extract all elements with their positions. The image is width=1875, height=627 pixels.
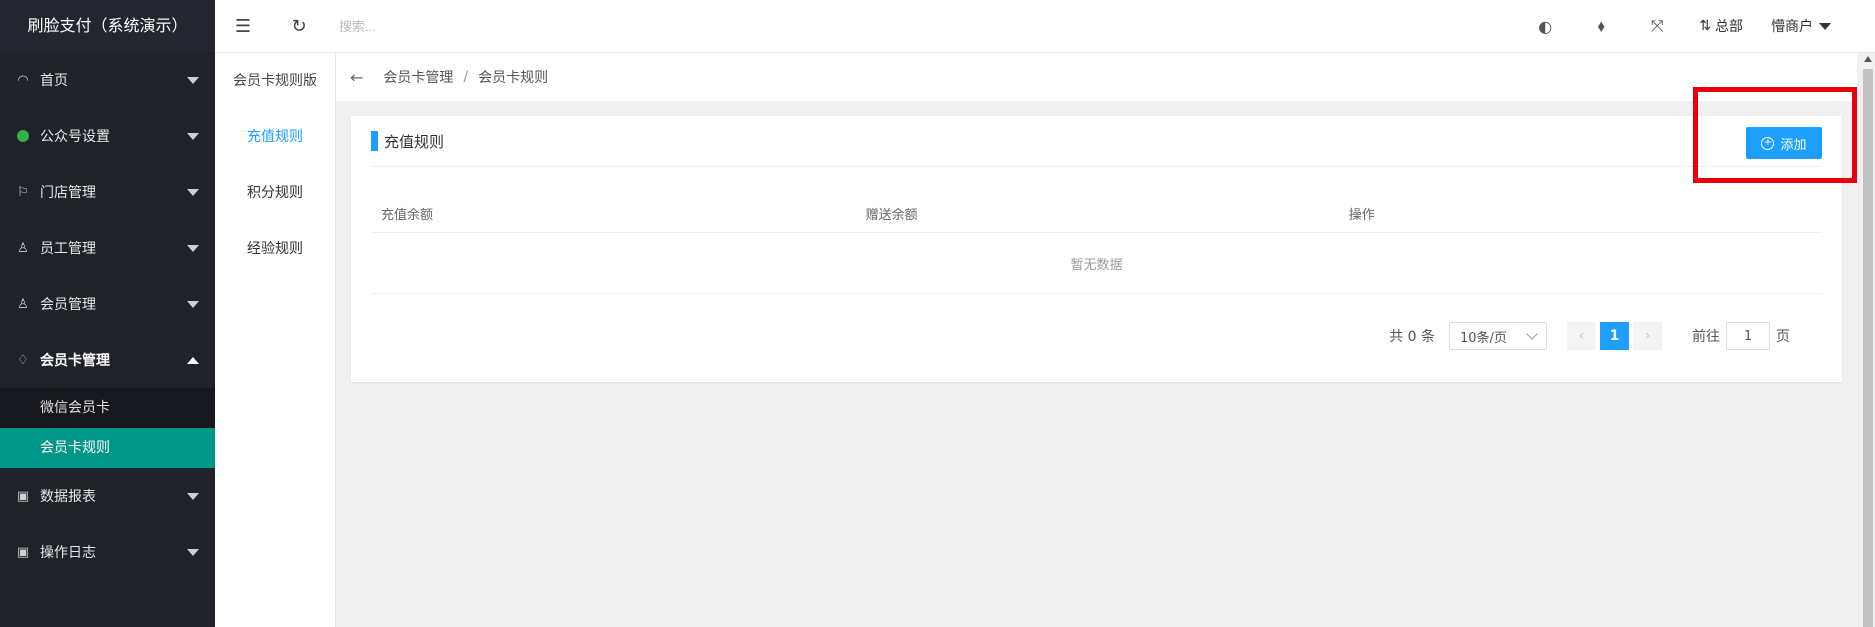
sidebar-item-label: 会员管理 [40,297,96,313]
page-size-value: 10条/页 [1460,330,1507,346]
user-menu[interactable]: 懵商户 [1757,16,1845,36]
tag-icon[interactable]: ⬧ [1573,16,1629,36]
empty-placeholder: 暂无数据 [371,232,1822,294]
chevron-down-icon [187,301,199,308]
swap-icon: ⇅ [1699,18,1711,34]
sidebar-item-label: 员工管理 [40,241,96,257]
sidebar-item-staff[interactable]: ♙ 员工管理 [0,220,215,276]
rules-tab-recharge[interactable]: 充值规则 [215,109,335,165]
rules-tab-points[interactable]: 积分规则 [215,165,335,221]
sidebar-item-member-cards[interactable]: ♢ 会员卡管理 [0,332,215,388]
column-header: 充值余额 [371,194,856,233]
sidebar-item-reports[interactable]: ▣ 数据报表 [0,468,215,524]
rules-tab-experience[interactable]: 经验规则 [215,221,335,277]
table-row: 暂无数据 [371,232,1822,294]
diamond-icon: ♢ [17,352,29,368]
next-page-button[interactable]: › [1633,322,1662,350]
table-header-row: 充值余额 赠送余额 操作 [371,194,1822,233]
flag-icon: ⚐ [17,184,29,200]
header-right: ◐ ⬧ ⤧ ⇅ 总部 懵商户 [1517,0,1875,52]
search-input[interactable] [337,10,621,42]
chevron-down-icon [187,189,199,196]
card-header: 充值规则 [371,116,1822,167]
chevron-down-icon [187,493,199,500]
clipboard-icon: ▣ [16,488,30,504]
sidebar-item-label: 公众号设置 [40,129,110,145]
user-icon: ♙ [17,296,29,312]
goto-page-input[interactable] [1726,322,1770,350]
caret-down-icon [1819,22,1831,30]
chevron-down-icon [187,549,199,556]
brand-title: 刷脸支付（系统演示） [0,0,215,52]
recharge-rules-card: 充值规则 + 添加 充值余额 赠送余额 操作 暂无数据 共 0 条 10条/页 … [351,116,1842,382]
prev-page-button[interactable]: ‹ [1567,322,1596,350]
column-header: 操作 [1338,194,1822,233]
chevron-up-icon [187,357,199,364]
scrollbar-thumb[interactable] [1863,69,1873,627]
fullscreen-icon[interactable]: ⤧ [1629,16,1685,36]
sidebar-subitem-wechat-card[interactable]: 微信会员卡 [0,388,215,428]
sidebar: 刷脸支付（系统演示） ◠ 首页 公众号设置 ⚐ 门店管理 ♙ 员工管理 ♙ 会员… [0,0,215,627]
breadcrumb-current: 会员卡规则 [478,70,549,86]
scrollbar[interactable] [1861,53,1875,627]
scroll-up-icon[interactable] [1864,56,1872,62]
column-header: 赠送余额 [855,194,1339,233]
goto-label: 前往 [1692,329,1720,345]
page-suffix: 页 [1776,329,1790,345]
sidebar-submenu: 微信会员卡 会员卡规则 [0,388,215,468]
user-label: 懵商户 [1771,19,1813,35]
page-number-current[interactable]: 1 [1600,322,1629,350]
sidebar-subitem-card-rules[interactable]: 会员卡规则 [0,428,215,468]
sidebar-item-label: 会员卡管理 [40,353,110,369]
sidebar-item-stores[interactable]: ⚐ 门店管理 [0,164,215,220]
user-icon: ♙ [17,240,29,256]
sidebar-item-label: 门店管理 [40,185,96,201]
rules-menu-title: 会员卡规则版 [233,73,317,89]
breadcrumb-parent[interactable]: 会员卡管理 [383,67,453,87]
chevron-down-icon [187,245,199,252]
breadcrumb: ← 会员卡管理 / 会员卡规则 [336,53,1857,101]
card-title: 充值规则 [384,132,445,151]
sidebar-item-members[interactable]: ♙ 会员管理 [0,276,215,332]
sidebar-item-home[interactable]: ◠ 首页 [0,52,215,108]
page-size-select[interactable]: 10条/页 [1449,322,1547,350]
hq-switch[interactable]: ⇅ 总部 [1685,16,1757,36]
sidebar-item-label: 数据报表 [40,489,96,505]
sidebar-item-label: 首页 [40,73,68,89]
speedometer-icon: ◠ [17,72,29,88]
sidebar-item-logs[interactable]: ▣ 操作日志 [0,524,215,580]
title-accent-bar [371,131,378,151]
breadcrumb-separator: / [463,69,469,85]
refresh-icon[interactable]: ↻ [271,16,327,37]
wechat-icon [14,130,32,142]
sidebar-item-label: 操作日志 [40,545,96,561]
chevron-down-icon [1526,328,1538,340]
back-arrow-icon[interactable]: ← [350,68,363,87]
rules-menu: 会员卡规则版 充值规则 积分规则 经验规则 [215,53,336,627]
clipboard-icon: ▣ [16,544,30,560]
palette-icon[interactable]: ◐ [1517,17,1573,36]
pagination: 共 0 条 10条/页 ‹ 1 › 前往 页 [1389,322,1790,350]
chevron-down-icon [187,133,199,140]
top-header: ☰ ↻ ◐ ⬧ ⤧ ⇅ 总部 懵商户 [215,0,1875,53]
total-count: 共 0 条 [1389,329,1435,345]
menu-collapse-icon[interactable]: ☰ [215,16,271,37]
rules-table: 充值余额 赠送余额 操作 暂无数据 [371,194,1822,294]
hq-label: 总部 [1715,19,1743,35]
highlight-box [1693,87,1857,183]
sidebar-item-wechat-settings[interactable]: 公众号设置 [0,108,215,164]
chevron-down-icon [187,77,199,84]
